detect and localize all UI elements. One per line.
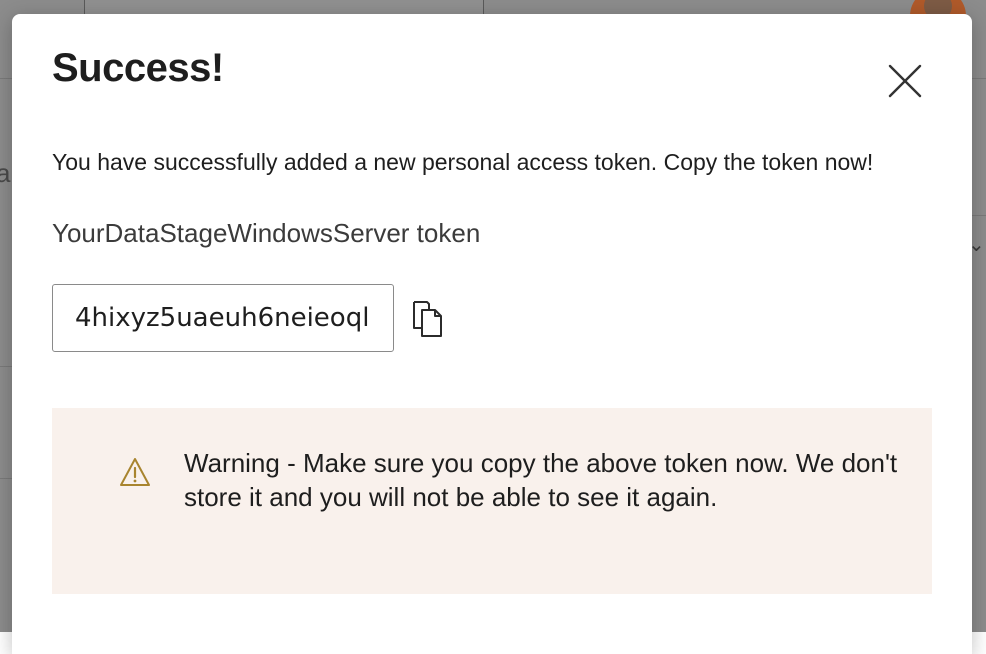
background-divider: [0, 478, 12, 479]
token-field[interactable]: [52, 284, 394, 352]
warning-banner: Warning - Make sure you copy the above t…: [52, 408, 932, 594]
dialog-title: Success!: [52, 46, 224, 90]
warning-text: Warning - Make sure you copy the above t…: [184, 448, 898, 512]
copy-button[interactable]: [410, 300, 446, 338]
background-text: a: [0, 158, 11, 188]
close-icon: [888, 64, 922, 98]
background-divider: [0, 366, 12, 367]
success-dialog: Success! You have successfully added a n…: [12, 14, 972, 654]
background-field: [84, 0, 484, 15]
copy-icon: [413, 301, 442, 337]
close-button[interactable]: [882, 58, 926, 102]
success-message: You have successfully added a new person…: [52, 149, 874, 175]
background-divider: [972, 215, 986, 216]
token-name: YourDataStageWindowsServer token: [52, 218, 481, 248]
warning-icon: [120, 458, 150, 486]
